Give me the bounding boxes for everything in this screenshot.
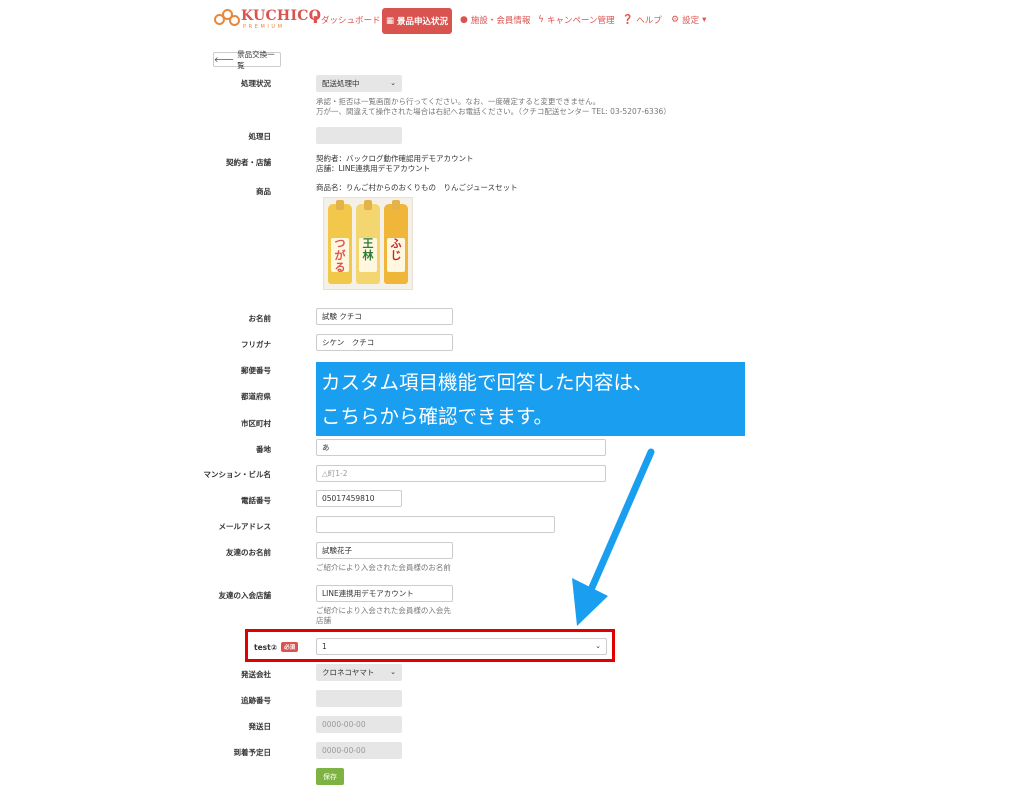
callout-arrow-icon — [572, 448, 655, 626]
